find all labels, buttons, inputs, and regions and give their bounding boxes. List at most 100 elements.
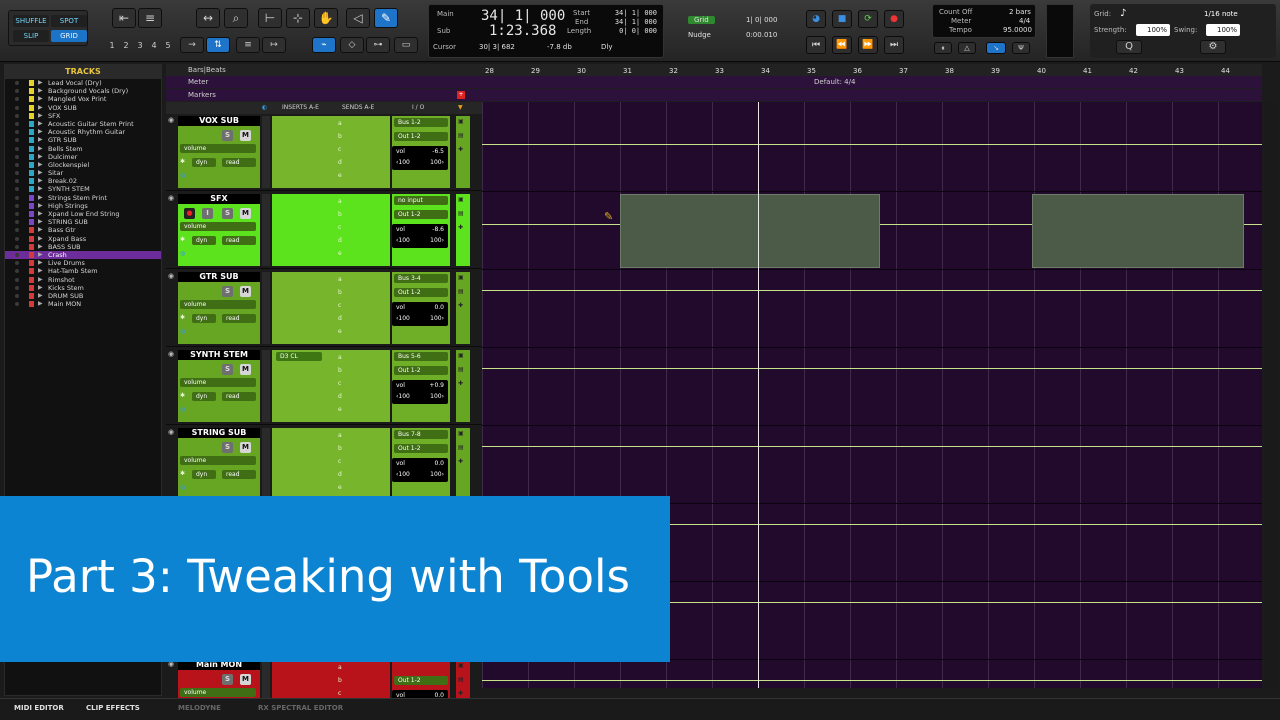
- zoom-preset-2[interactable]: 2: [120, 40, 132, 52]
- track-list-item[interactable]: ▶ Glockenspiel: [5, 161, 161, 169]
- group-icon[interactable]: ◍: [180, 406, 185, 413]
- track-show-dot[interactable]: [15, 261, 19, 266]
- mute-button[interactable]: M: [240, 208, 251, 219]
- track-list-item[interactable]: ▶ High Strings: [5, 202, 161, 210]
- input-selector[interactable]: Bus 1-2: [394, 118, 448, 127]
- track-row[interactable]: ◉ SYNTH STEM S Mvolume ✱ dyn read ◍ D3 CL a b c d e Bu…: [166, 348, 482, 425]
- track-show-dot[interactable]: [15, 162, 19, 167]
- plus-icon[interactable]: ▣: [458, 196, 464, 203]
- track-show-dot[interactable]: [15, 105, 19, 110]
- record-icon[interactable]: ●: [884, 10, 904, 28]
- track-list-item[interactable]: ▶ Main MON: [5, 300, 161, 308]
- list-icon[interactable]: ▤: [458, 676, 464, 683]
- keyboard-focus-icon[interactable]: ⊶: [366, 37, 390, 53]
- volume-pan-display[interactable]: vol 0.0 ‹100 100›: [392, 302, 448, 326]
- nudge-value[interactable]: 0:00.010: [746, 31, 777, 39]
- strength-input[interactable]: 100%: [1136, 24, 1170, 36]
- send-slot[interactable]: e: [338, 484, 342, 491]
- track-name[interactable]: VOX SUB: [178, 116, 260, 126]
- send-slot[interactable]: b: [338, 367, 342, 374]
- volume-pan-display[interactable]: vol -6.5 ‹100 100›: [392, 146, 448, 170]
- pan-left-value[interactable]: ‹100: [396, 315, 410, 322]
- record-arm-button[interactable]: ●: [184, 208, 195, 219]
- volume-value[interactable]: 0.0: [434, 460, 444, 467]
- tab-rx-spectral-editor[interactable]: RX SPECTRAL EDITOR: [258, 704, 343, 712]
- input-monitor-button[interactable]: I: [202, 208, 213, 219]
- slip-mode-button[interactable]: SLIP: [13, 30, 49, 42]
- playhead[interactable]: [758, 102, 759, 688]
- send-slot[interactable]: c: [338, 146, 341, 153]
- track-show-dot[interactable]: [15, 203, 19, 208]
- track-list-item[interactable]: ▶ Mangled Vox Print: [5, 95, 161, 103]
- input-selector[interactable]: Bus 5-6: [394, 352, 448, 361]
- track-list-item[interactable]: ▶ DRUM SUB: [5, 292, 161, 300]
- send-slot[interactable]: a: [338, 120, 342, 127]
- send-slot[interactable]: c: [338, 380, 341, 387]
- send-slot[interactable]: a: [338, 354, 342, 361]
- send-slot[interactable]: e: [338, 172, 342, 179]
- dly-label[interactable]: Dly: [601, 43, 612, 51]
- list-icon[interactable]: ▤: [458, 444, 464, 451]
- track-row[interactable]: ◉ STRING SUB S Mvolume ✱ dyn read ◍ a b c d e Bus 7-8…: [166, 426, 482, 503]
- send-slot[interactable]: b: [338, 677, 342, 684]
- track-show-dot[interactable]: [15, 130, 19, 135]
- pencil-tool-icon[interactable]: ✎: [374, 8, 398, 28]
- expand-icon[interactable]: ◉: [168, 272, 174, 280]
- track-options-icon[interactable]: ◐: [262, 102, 267, 114]
- group-icon[interactable]: ◍: [180, 484, 185, 491]
- track-list-item[interactable]: ▶ Bass Gtr: [5, 226, 161, 234]
- mute-button[interactable]: M: [240, 442, 251, 453]
- track-show-dot[interactable]: [15, 113, 19, 118]
- track-show-dot[interactable]: [15, 179, 19, 184]
- input-selector[interactable]: Bus 3-4: [394, 274, 448, 283]
- view-selector[interactable]: volume: [180, 456, 256, 465]
- window-icon[interactable]: ▭: [394, 37, 418, 53]
- volume-automation-line[interactable]: [482, 680, 1262, 681]
- solo-button[interactable]: S: [222, 364, 233, 375]
- add-marker-icon[interactable]: +: [457, 91, 465, 99]
- output-selector[interactable]: Out 1-2: [394, 444, 448, 453]
- track-list-item[interactable]: ▶ Sitar: [5, 169, 161, 177]
- trim-tool-icon[interactable]: ⊢: [258, 8, 282, 28]
- audio-clip[interactable]: [620, 194, 880, 268]
- track-list-item[interactable]: ▶ Background Vocals (Dry): [5, 87, 161, 95]
- track-list-item[interactable]: ▶ VOX SUB: [5, 104, 161, 112]
- track-show-dot[interactable]: [15, 277, 19, 282]
- quantize-icon[interactable]: Q: [1116, 40, 1142, 54]
- send-slot[interactable]: d: [338, 315, 342, 322]
- solo-button[interactable]: S: [222, 286, 233, 297]
- track-name[interactable]: GTR SUB: [178, 272, 260, 282]
- tab-clip-effects[interactable]: CLIP EFFECTS: [86, 704, 140, 712]
- dyn-button[interactable]: dyn: [192, 314, 216, 323]
- add-icon[interactable]: ✚: [458, 380, 463, 387]
- pan-left-value[interactable]: ‹100: [396, 237, 410, 244]
- track-show-dot[interactable]: [15, 121, 19, 126]
- volume-value[interactable]: 0.0: [434, 304, 444, 311]
- loop-play-icon[interactable]: ⟳: [858, 10, 878, 28]
- mute-button[interactable]: M: [240, 674, 251, 685]
- dyn-button[interactable]: dyn: [192, 158, 216, 167]
- add-icon[interactable]: ✚: [458, 458, 463, 465]
- track-list-item[interactable]: ▶ Xpand Bass: [5, 235, 161, 243]
- send-slot[interactable]: a: [338, 276, 342, 283]
- volume-automation-line[interactable]: [482, 144, 1262, 145]
- track-list-item[interactable]: ▶ STRING SUB: [5, 218, 161, 226]
- send-slot[interactable]: c: [338, 302, 341, 309]
- zoom-preset-1[interactable]: 1: [106, 40, 118, 52]
- settings-gear-icon[interactable]: ⚙: [1200, 40, 1226, 54]
- list-icon[interactable]: ▤: [458, 366, 464, 373]
- add-icon[interactable]: ✚: [458, 302, 463, 309]
- grid-value[interactable]: 1| 0| 000: [746, 16, 777, 24]
- vertical-scrollbar[interactable]: [1264, 102, 1278, 688]
- track-list-item[interactable]: ▶ Acoustic Guitar Stem Print: [5, 120, 161, 128]
- sub-counter-value[interactable]: 1:23.368: [489, 23, 556, 39]
- plus-icon[interactable]: ▣: [458, 662, 464, 669]
- volume-pan-display[interactable]: vol +0.9 ‹100 100›: [392, 380, 448, 404]
- output-selector[interactable]: Out 1-2: [394, 288, 448, 297]
- conductor-icon[interactable]: ↘: [986, 42, 1006, 54]
- link-timeline-icon[interactable]: ⇅: [206, 37, 230, 53]
- automation-mode[interactable]: read: [222, 392, 256, 401]
- pan-left-value[interactable]: ‹100: [396, 471, 410, 478]
- swing-input[interactable]: 100%: [1206, 24, 1240, 36]
- spot-mode-button[interactable]: SPOT: [51, 15, 87, 27]
